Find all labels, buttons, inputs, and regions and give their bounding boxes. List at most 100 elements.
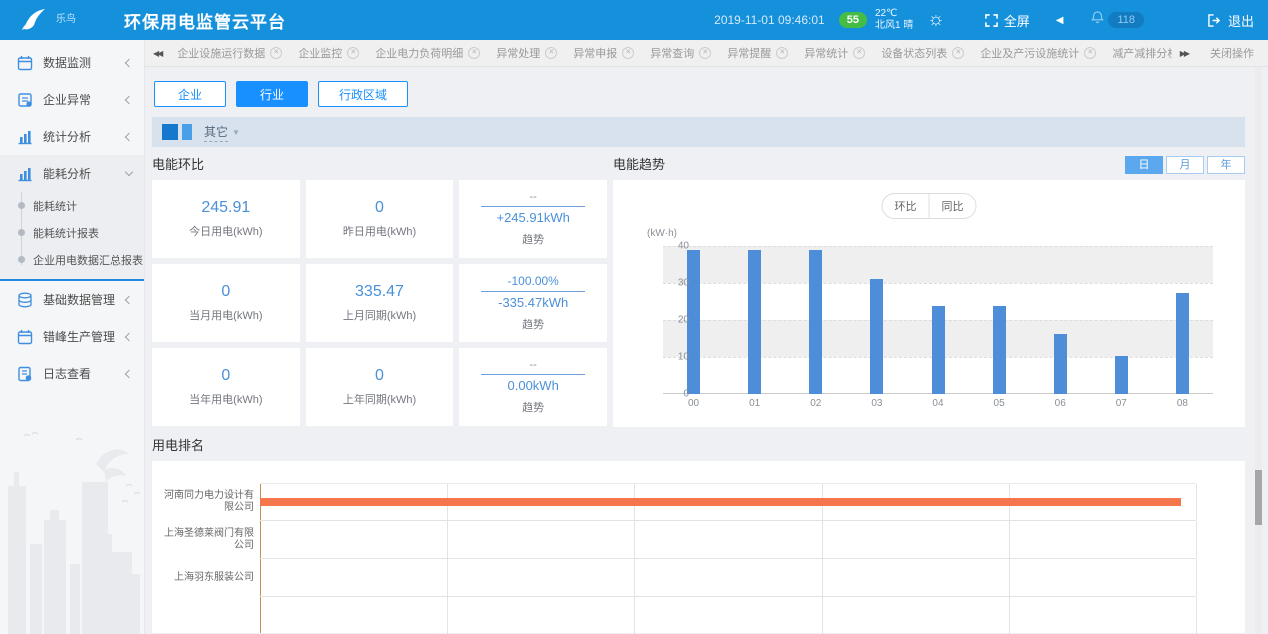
x-tick-label: 07 [1091,398,1152,409]
tab-close-icon[interactable]: ✕ [545,47,557,59]
tab-close-icon[interactable]: ✕ [699,47,711,59]
tab-9[interactable]: 企业及产污设施统计 ✕ [972,40,1104,66]
sidebar-subitem-2[interactable]: 企业用电数据汇总报表 [0,246,144,273]
chevron-left-icon [125,369,133,377]
sidebar-item-label: 基础数据管理 [43,291,126,308]
tab-8[interactable]: 设备状态列表✕ [873,40,972,66]
tab-close-icon[interactable]: ✕ [952,47,964,59]
tab-label: 企业电力负荷明细 [375,45,463,61]
scope-button-1[interactable]: 行业 [236,81,308,107]
bar-chart-icon [17,129,33,145]
alert-count-badge[interactable]: 118 [1108,12,1144,28]
energy-huanbi-section: 电能环比 245.91今日用电(kWh)0昨日用电(kWh)--+245.91k… [152,154,607,427]
card-label: 昨日用电(kWh) [343,223,416,239]
ranking-gridline [634,559,635,596]
tab-0[interactable]: 企业设施运行数据✕ [169,40,290,66]
trend-divider [481,291,585,292]
tab-close-icon[interactable]: ✕ [776,47,788,59]
card-label: 上月同期(kWh) [343,307,416,323]
trend-bar-chart: 环比同比 (kW·h) 403020100 000102030405060708 [613,180,1245,427]
card-value: 335.47 [355,283,404,301]
close-operations-menu[interactable]: 关闭操作 [1196,45,1268,61]
bell-icon[interactable] [1091,11,1104,29]
trend-divider [481,206,585,207]
range-button-月[interactable]: 月 [1166,156,1204,174]
trend-delta: 0.00kWh [508,378,559,393]
trend-bar-03 [870,279,883,394]
tab-close-icon[interactable]: ✕ [270,47,282,59]
industry-filter-dropdown[interactable]: 其它 [204,123,228,142]
ranking-row-3 [158,597,1245,634]
trend-bar-06 [1054,334,1067,394]
trend-delta: -335.47kWh [498,295,568,310]
brand-mark: 乐鸟 [56,15,90,25]
tab-close-icon[interactable]: ✕ [347,47,359,59]
y-tick-label: 20 [678,315,689,326]
tab-7[interactable]: 异常统计✕ [796,40,873,66]
ranking-category-label: 上海羽东服装公司 [158,559,260,597]
card-label: 今日用电(kWh) [189,223,262,239]
range-button-日[interactable]: 日 [1125,156,1163,174]
bullet-dot-icon [18,229,25,236]
x-tick-label: 05 [969,398,1030,409]
tab-3[interactable]: 异常处理✕ [488,40,565,66]
ranking-gridline [447,597,448,634]
ranking-category-label: 上海圣德莱阀门有限公司 [158,521,260,559]
tab-2[interactable]: 企业电力负荷明细 ✕ [367,40,488,66]
fullscreen-button[interactable]: 全屏 [985,11,1030,30]
ranking-row-0: 河南同力电力设计有限公司 [158,483,1245,521]
y-tick-label: 10 [678,352,689,363]
scope-button-0[interactable]: 企业 [154,81,226,107]
section-title: 电能趋势 [613,154,665,176]
ranking-row-2: 上海羽东服装公司 [158,559,1245,597]
ranking-gridline [447,559,448,596]
card-label: 趋势 [522,399,544,415]
tab-close-icon[interactable]: ✕ [1084,47,1096,59]
chevron-left-icon [125,332,133,340]
legend-item-0[interactable]: 环比 [883,194,929,218]
trend-bar-02 [809,250,822,394]
vertical-scrollbar[interactable] [1255,67,1262,634]
tab-label: 企业监控 [298,45,342,61]
sun-icon: ☼ [927,9,944,31]
sidebar-item-4[interactable]: 基础数据管理 [0,281,144,318]
chevron-left-icon [125,132,133,140]
sidebar-subitem-1[interactable]: 能耗统计报表 [0,219,144,246]
tab-label: 企业及产污设施统计 [980,45,1079,61]
ranking-gridline [634,521,635,558]
ranking-gridline [1196,597,1197,634]
tab-close-icon[interactable]: ✕ [853,47,865,59]
ranking-bar [260,498,1181,506]
scrollbar-thumb[interactable] [1255,470,1262,525]
collapse-arrow-icon[interactable]: ◀ [1056,15,1064,26]
chevron-left-icon [125,58,133,66]
sidebar-item-3[interactable]: 能耗分析 [0,155,144,192]
tab-4[interactable]: 异常申报✕ [565,40,642,66]
ranking-category-label [158,597,260,634]
bullet-dot-icon [18,202,25,209]
legend-item-1[interactable]: 同比 [929,194,976,218]
sidebar-item-6[interactable]: 日志查看 [0,355,144,392]
tabs-scroll-left-icon[interactable]: ◀◀ [145,49,169,58]
tabs-scroll-right-icon[interactable]: ▶▶ [1172,49,1196,58]
sidebar-subitem-0[interactable]: 能耗统计 [0,192,144,219]
tab-close-icon[interactable]: ✕ [468,47,480,59]
sidebar-item-0[interactable]: 数据监测 [0,44,144,81]
tab-1[interactable]: 企业监控 ✕ [290,40,367,66]
tab-6[interactable]: 异常提醒✕ [719,40,796,66]
value-card: 0上年同期(kWh) [306,348,454,426]
tab-10[interactable]: 减产减排分析✕ [1104,40,1171,66]
tab-5[interactable]: 异常查询 ✕ [642,40,719,66]
sidebar-item-2[interactable]: 统计分析 [0,118,144,155]
ranking-gridline [1196,484,1197,520]
tab-close-icon[interactable]: ✕ [622,47,634,59]
scope-button-2[interactable]: 行政区域 [318,81,408,107]
tab-label: 异常查询 [650,45,694,61]
range-button-年[interactable]: 年 [1207,156,1245,174]
logout-button[interactable]: 退出 [1208,11,1254,30]
ranking-gridline [1009,521,1010,558]
tab-label: 减产减排分析 [1112,45,1171,61]
sidebar-item-5[interactable]: 错峰生产管理 [0,318,144,355]
log-icon [17,366,33,382]
sidebar-item-1[interactable]: 企业异常 [0,81,144,118]
